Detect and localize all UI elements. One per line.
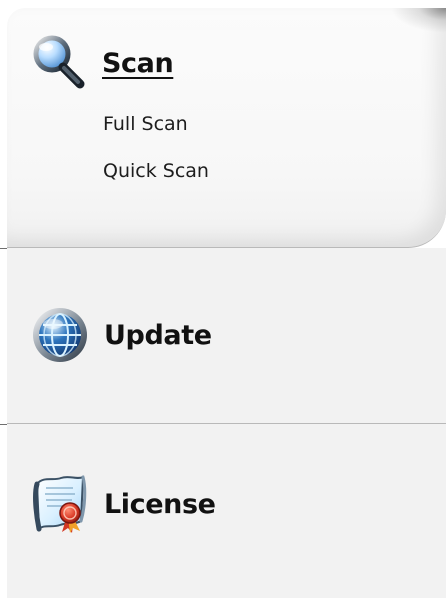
update-section: Update — [7, 248, 446, 424]
magnifier-icon — [30, 34, 88, 92]
globe-icon — [30, 305, 90, 365]
scan-section: Scan Full Scan Quick Scan — [7, 8, 446, 248]
left-divider-tick — [0, 424, 7, 425]
panel-left-edge — [0, 0, 7, 598]
scan-nav-item[interactable]: Scan — [30, 28, 174, 98]
license-nav-item[interactable]: License — [30, 469, 216, 539]
update-title: Update — [104, 319, 212, 351]
certificate-icon — [30, 474, 90, 534]
scan-options: Full Scan Quick Scan — [103, 111, 209, 184]
full-scan-link[interactable]: Full Scan — [103, 111, 209, 137]
license-section: License — [7, 424, 446, 598]
scan-title: Scan — [102, 47, 174, 79]
navigation-panel: Scan Full Scan Quick Scan Update License — [0, 0, 446, 598]
license-title: License — [104, 488, 216, 520]
top-corner-shadow — [391, 8, 446, 33]
quick-scan-link[interactable]: Quick Scan — [103, 158, 209, 184]
update-nav-item[interactable]: Update — [30, 300, 212, 370]
left-divider-tick — [0, 248, 7, 249]
